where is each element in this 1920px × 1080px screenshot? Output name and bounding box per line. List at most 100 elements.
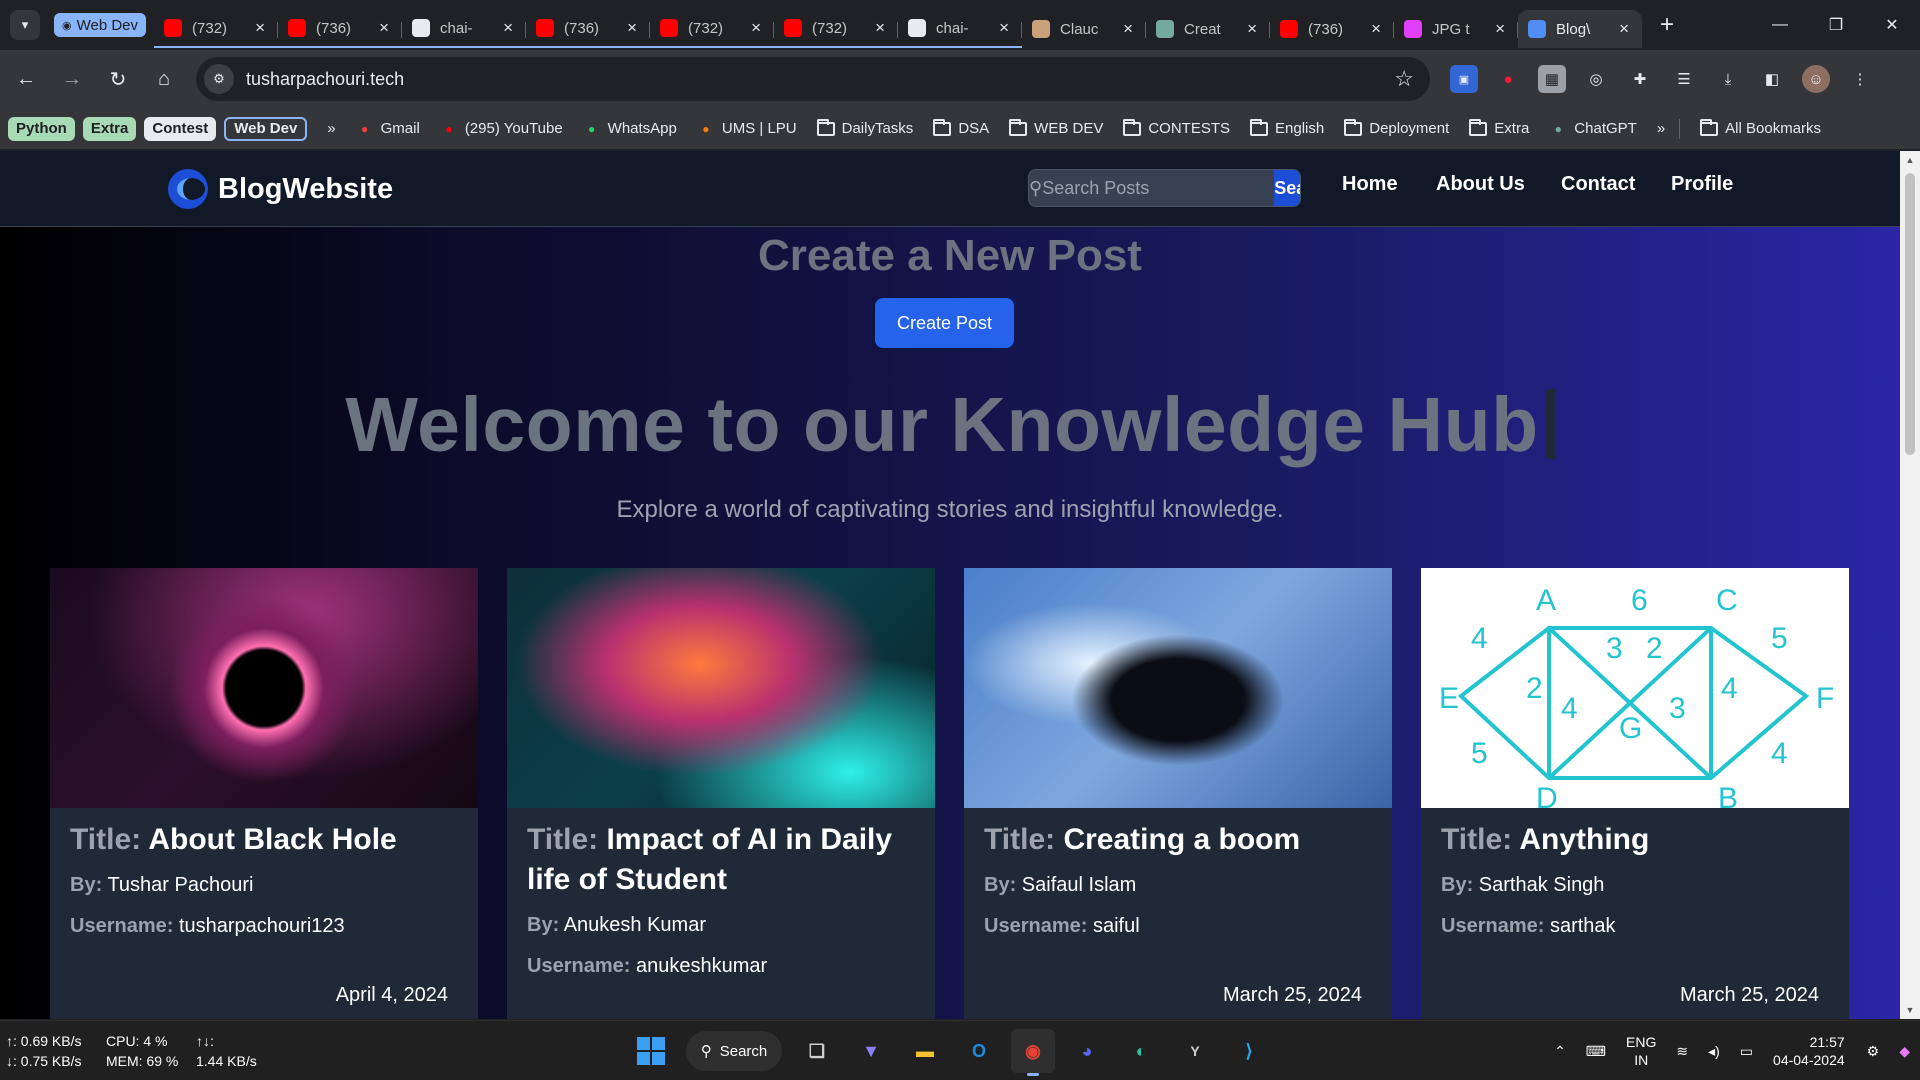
- copilot-icon[interactable]: ◆: [1899, 1042, 1910, 1060]
- close-window-icon[interactable]: ✕: [1864, 0, 1920, 50]
- bookmark-item[interactable]: DailyTasks: [816, 118, 913, 137]
- clock[interactable]: 21:57 04-04-2024: [1773, 1033, 1845, 1069]
- vpn-app-icon[interactable]: ▼: [849, 1029, 893, 1073]
- tab[interactable]: chai- ×: [402, 10, 527, 48]
- bookmark-star-icon[interactable]: ☆: [1394, 66, 1414, 92]
- edge-icon[interactable]: ◐: [1119, 1029, 1163, 1073]
- download-icon[interactable]: ⤓: [1714, 65, 1742, 93]
- volume-icon[interactable]: ◂): [1708, 1042, 1720, 1060]
- tab[interactable]: chai- ×: [898, 10, 1023, 48]
- more-groups-icon[interactable]: »: [327, 120, 335, 137]
- keyboard-icon[interactable]: ⌨: [1586, 1042, 1606, 1060]
- start-button[interactable]: [629, 1029, 673, 1073]
- post-card[interactable]: Title: Creating a boom By: Saifaul Islam U…: [964, 568, 1392, 1019]
- close-tab-icon[interactable]: ×: [500, 18, 516, 38]
- vscode-icon[interactable]: ⟩: [1227, 1029, 1271, 1073]
- translate-extension-icon[interactable]: ▣: [1450, 65, 1478, 93]
- bookmark-group[interactable]: Contest: [144, 116, 217, 141]
- home-icon[interactable]: ⌂: [144, 59, 184, 99]
- close-tab-icon[interactable]: ×: [1616, 19, 1632, 39]
- post-title[interactable]: Title: Impact of AI in Daily life of Stu…: [527, 820, 915, 900]
- chrome-menu-icon[interactable]: ⋮: [1846, 65, 1874, 93]
- tab-search-icon[interactable]: ▾: [10, 10, 40, 40]
- close-tab-icon[interactable]: ×: [872, 18, 888, 38]
- profile-avatar[interactable]: ☺: [1802, 65, 1830, 93]
- scrollbar-thumb[interactable]: [1905, 173, 1915, 455]
- minimize-icon[interactable]: —: [1752, 0, 1808, 50]
- bookmark-item[interactable]: English: [1250, 118, 1324, 137]
- side-panel-icon[interactable]: ◧: [1758, 65, 1786, 93]
- tab[interactable]: Blog\ ×: [1518, 10, 1643, 48]
- url-text[interactable]: tusharpachouri.tech: [246, 69, 404, 90]
- forward-icon[interactable]: →: [52, 59, 92, 99]
- tab[interactable]: (732) ×: [774, 10, 899, 48]
- bookmark-item[interactable]: Extra: [1469, 118, 1529, 137]
- outlook-icon[interactable]: O: [957, 1029, 1001, 1073]
- post-title[interactable]: Title: Anything: [1441, 820, 1829, 860]
- file-explorer-icon[interactable]: ▬: [903, 1029, 947, 1073]
- tab[interactable]: (736) ×: [1270, 10, 1395, 48]
- close-tab-icon[interactable]: ×: [624, 18, 640, 38]
- close-tab-icon[interactable]: ×: [1244, 19, 1260, 39]
- post-card[interactable]: Title: About Black Hole By: Tushar Pachou…: [50, 568, 478, 1019]
- bookmark-group[interactable]: Web Dev: [224, 116, 308, 141]
- bookmark-item[interactable]: ● (295) YouTube: [440, 120, 562, 137]
- bookmark-group[interactable]: Extra: [82, 116, 137, 141]
- search-input[interactable]: [1042, 177, 1275, 199]
- language-indicator[interactable]: ENG IN: [1626, 1033, 1656, 1069]
- media-control-icon[interactable]: ☰: [1670, 65, 1698, 93]
- reload-icon[interactable]: ↻: [98, 59, 138, 99]
- task-view-icon[interactable]: ❏: [795, 1029, 839, 1073]
- close-tab-icon[interactable]: ×: [748, 18, 764, 38]
- post-title[interactable]: Title: About Black Hole: [70, 820, 458, 860]
- close-tab-icon[interactable]: ×: [996, 18, 1012, 38]
- scroll-down-icon[interactable]: ▼: [1900, 1001, 1920, 1019]
- restore-icon[interactable]: ❐: [1808, 0, 1864, 50]
- bookmark-item[interactable]: ● ChatGPT: [1549, 120, 1637, 137]
- wifi-icon[interactable]: ≋: [1676, 1042, 1688, 1060]
- bookmark-item[interactable]: DSA: [933, 118, 989, 137]
- tab-group-label[interactable]: ◉ Web Dev: [54, 13, 147, 37]
- close-tab-icon[interactable]: ×: [1120, 19, 1136, 39]
- page-scrollbar[interactable]: ▲ ▼: [1900, 151, 1920, 1019]
- create-post-button[interactable]: Create Post: [875, 298, 1014, 348]
- all-bookmarks[interactable]: All Bookmarks: [1700, 118, 1821, 137]
- close-tab-icon[interactable]: ×: [1368, 19, 1384, 39]
- post-card[interactable]: Title: Impact of AI in Daily life of Stu…: [507, 568, 935, 1019]
- record-extension-icon[interactable]: ●: [1494, 65, 1522, 93]
- tab[interactable]: Creat ×: [1146, 10, 1271, 48]
- address-bar[interactable]: ⚙ tusharpachouri.tech ☆: [196, 57, 1430, 101]
- bookmark-item[interactable]: CONTESTS: [1123, 118, 1230, 137]
- tab[interactable]: (736) ×: [526, 10, 651, 48]
- search-button[interactable]: Search: [1274, 170, 1300, 206]
- bookmark-group[interactable]: Python: [8, 116, 75, 141]
- nav-home[interactable]: Home: [1342, 173, 1398, 196]
- nav-about-us[interactable]: About Us: [1436, 173, 1525, 196]
- nav-profile[interactable]: Profile: [1671, 173, 1733, 196]
- tab[interactable]: (732) ×: [650, 10, 775, 48]
- tab[interactable]: Clauc ×: [1022, 10, 1147, 48]
- brand-link[interactable]: BlogWebsite: [168, 169, 393, 209]
- bookmark-item[interactable]: ● UMS | LPU: [697, 120, 796, 137]
- image-extension-icon[interactable]: ▦: [1538, 65, 1566, 93]
- post-card[interactable]: A 6 C E F D B 4 5 5 4 2 4 3 2 G 3 4 Title: Anything By: Sar…: [1421, 568, 1849, 1019]
- tracker-extension-icon[interactable]: ◎: [1582, 65, 1610, 93]
- notification-icon[interactable]: ⚙: [1867, 1042, 1880, 1060]
- tab[interactable]: (732) ×: [154, 10, 279, 48]
- new-tab-icon[interactable]: +: [1652, 11, 1682, 39]
- close-tab-icon[interactable]: ×: [252, 18, 268, 38]
- post-title[interactable]: Title: Creating a boom: [984, 820, 1372, 860]
- extensions-puzzle-icon[interactable]: ✚: [1626, 65, 1654, 93]
- scroll-up-icon[interactable]: ▲: [1900, 151, 1920, 169]
- nav-contact[interactable]: Contact: [1561, 173, 1635, 196]
- close-tab-icon[interactable]: ×: [1492, 19, 1508, 39]
- close-tab-icon[interactable]: ×: [376, 18, 392, 38]
- taskbar-search[interactable]: ⚲ Search: [686, 1031, 782, 1071]
- more-bookmarks-icon[interactable]: »: [1657, 120, 1665, 137]
- chrome-icon[interactable]: ◉: [1011, 1029, 1055, 1076]
- tab[interactable]: (736) ×: [278, 10, 403, 48]
- bookmark-item[interactable]: ● WhatsApp: [583, 120, 677, 137]
- back-icon[interactable]: ←: [6, 59, 46, 99]
- bookmark-item[interactable]: Deployment: [1344, 118, 1449, 137]
- bookmark-item[interactable]: WEB DEV: [1009, 118, 1103, 137]
